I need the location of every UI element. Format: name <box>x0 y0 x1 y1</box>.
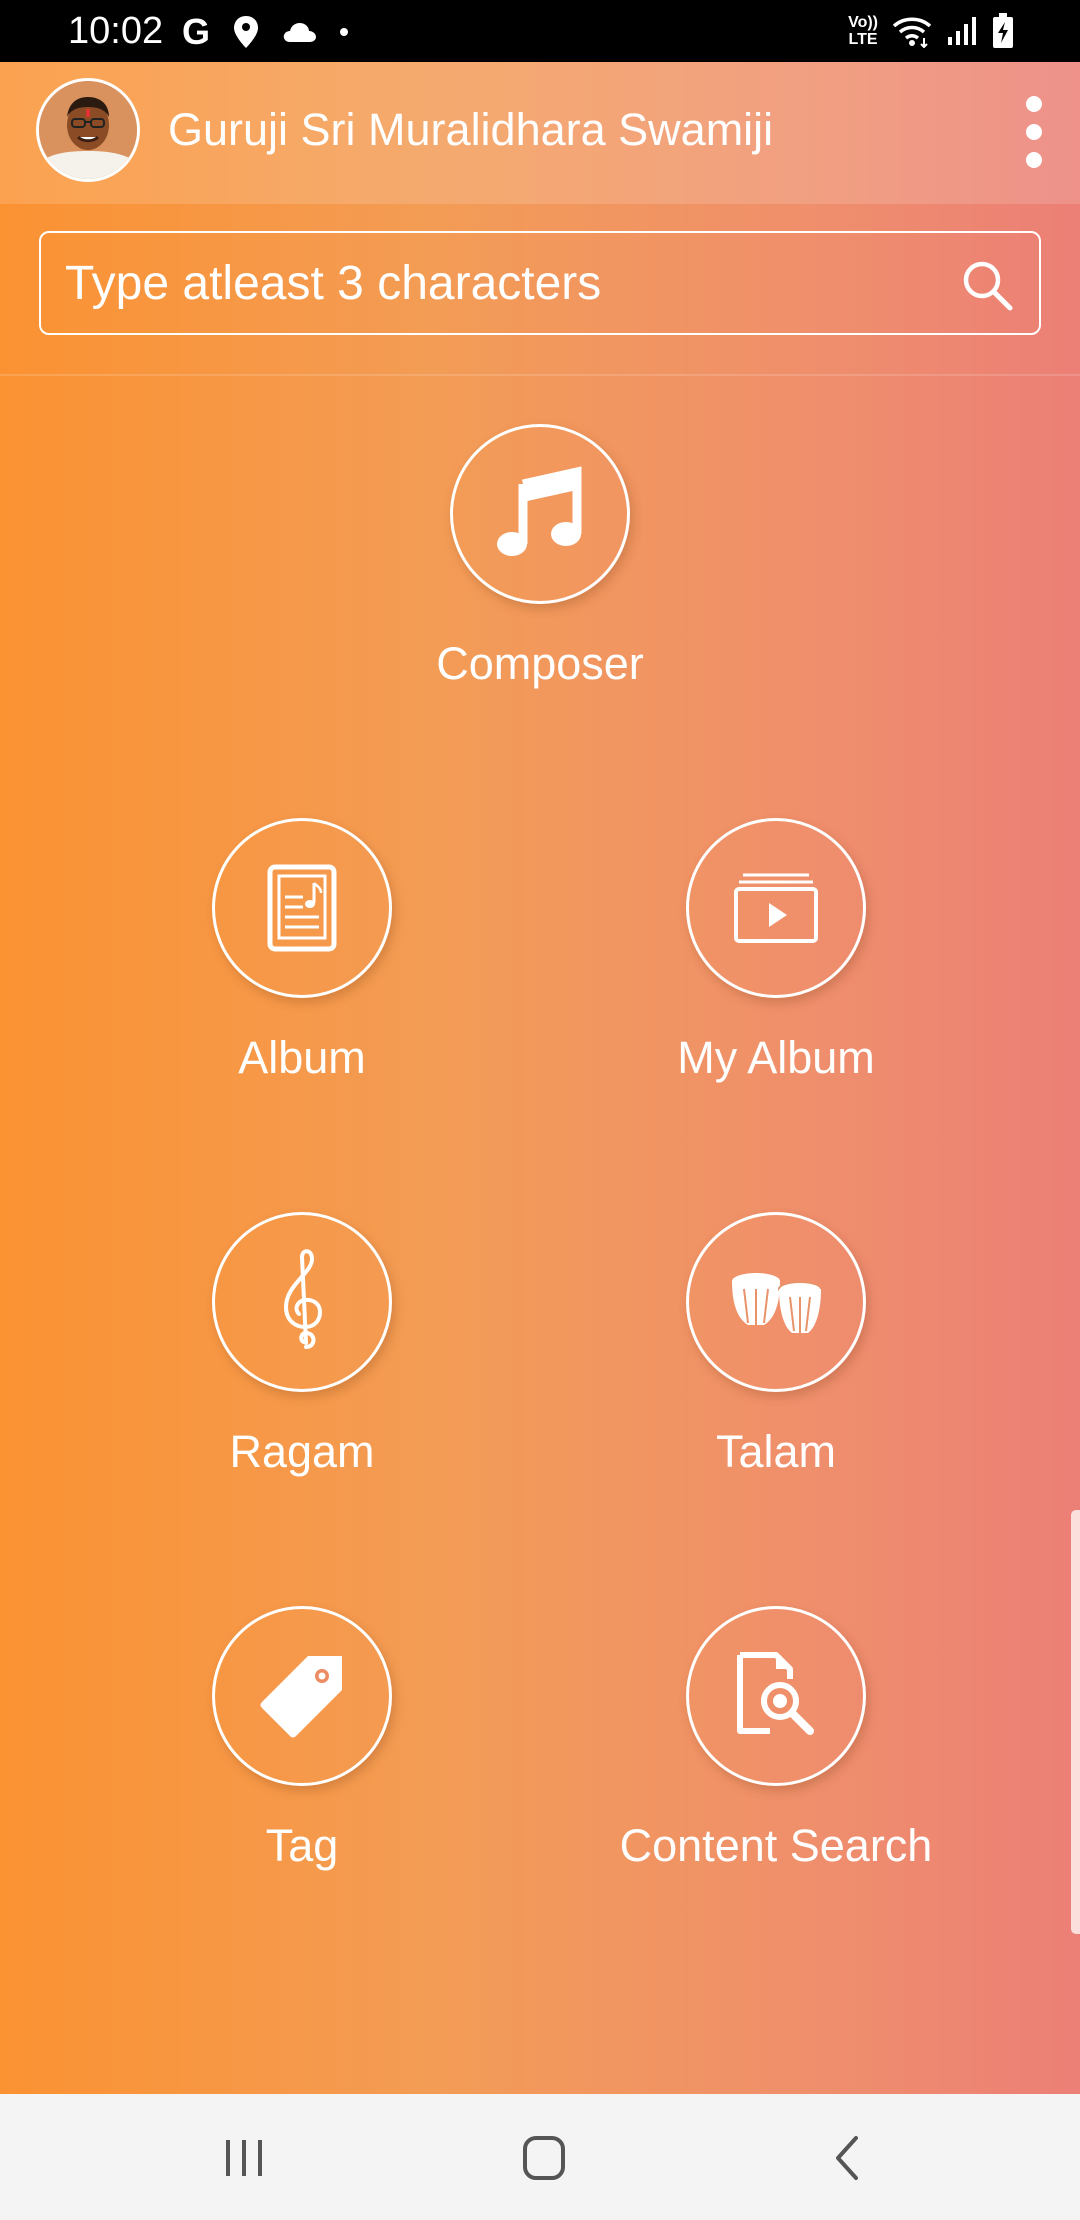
location-icon <box>234 16 259 48</box>
status-left-icons: G <box>182 10 349 54</box>
avatar[interactable] <box>36 78 140 182</box>
signal-icon <box>948 17 976 45</box>
treble-clef-icon <box>283 1249 323 1349</box>
divider <box>0 374 1080 376</box>
album-button[interactable]: Album <box>142 818 462 1084</box>
status-bar: 10:02 G Vo)) LTE <box>0 0 1080 62</box>
video-library-icon <box>734 873 818 943</box>
battery-charging-icon <box>993 13 1013 48</box>
navigation-bar <box>0 2094 1080 2220</box>
recent-apps-icon[interactable] <box>214 2134 274 2182</box>
search-box <box>39 231 1041 335</box>
volte-line1: Vo)) <box>848 14 878 31</box>
content-search-circle <box>686 1606 866 1786</box>
composer-button[interactable]: Composer <box>380 424 700 690</box>
my-album-circle <box>686 818 866 998</box>
more-vert-icon[interactable] <box>1016 96 1052 168</box>
notification-dot-icon <box>340 28 349 36</box>
album-label: Album <box>238 1032 366 1083</box>
scrollbar[interactable] <box>1071 1510 1080 1934</box>
back-icon[interactable] <box>818 2134 878 2182</box>
music-note-icon <box>497 466 582 556</box>
app-title: Guruji Sri Muralidhara Swamiji <box>168 104 774 155</box>
wifi-icon <box>892 17 932 48</box>
document-search-icon <box>737 1652 814 1735</box>
search-input[interactable] <box>65 233 945 333</box>
home-icon[interactable] <box>514 2134 574 2182</box>
composer-label: Composer <box>436 638 644 689</box>
ragam-circle <box>212 1212 392 1392</box>
tag-button[interactable]: Tag <box>142 1606 462 1872</box>
content-search-button[interactable]: Content Search <box>616 1606 936 1872</box>
my-album-label: My Album <box>677 1032 875 1083</box>
menu-dot <box>1026 96 1042 112</box>
status-time: 10:02 <box>68 10 164 52</box>
my-album-button[interactable]: My Album <box>616 818 936 1084</box>
google-icon: G <box>182 11 211 52</box>
talam-circle <box>686 1212 866 1392</box>
composer-circle <box>450 424 630 604</box>
album-circle <box>212 818 392 998</box>
guru-portrait-icon <box>39 81 137 179</box>
menu-dot <box>1026 124 1042 140</box>
drums-icon <box>732 1273 822 1333</box>
volte-icon: Vo)) LTE <box>848 14 878 48</box>
search-icon[interactable] <box>959 257 1015 313</box>
ragam-button[interactable]: Ragam <box>142 1212 462 1478</box>
status-right-icons: Vo)) LTE <box>848 8 1014 54</box>
cloud-icon <box>283 23 317 42</box>
talam-label: Talam <box>715 1426 837 1477</box>
ragam-label: Ragam <box>229 1426 375 1477</box>
app-content: Guruji Sri Muralidhara Swamiji Composer <box>0 62 1080 2094</box>
tag-label: Tag <box>265 1820 339 1871</box>
tag-circle <box>212 1606 392 1786</box>
tag-icon <box>260 1656 342 1738</box>
talam-button[interactable]: Talam <box>616 1212 936 1478</box>
app-header: Guruji Sri Muralidhara Swamiji <box>0 62 1080 204</box>
tablet-music-icon <box>267 864 337 952</box>
volte-line2: LTE <box>848 31 878 48</box>
menu-dot <box>1026 152 1042 168</box>
content-search-label: Content Search <box>619 1820 933 1871</box>
